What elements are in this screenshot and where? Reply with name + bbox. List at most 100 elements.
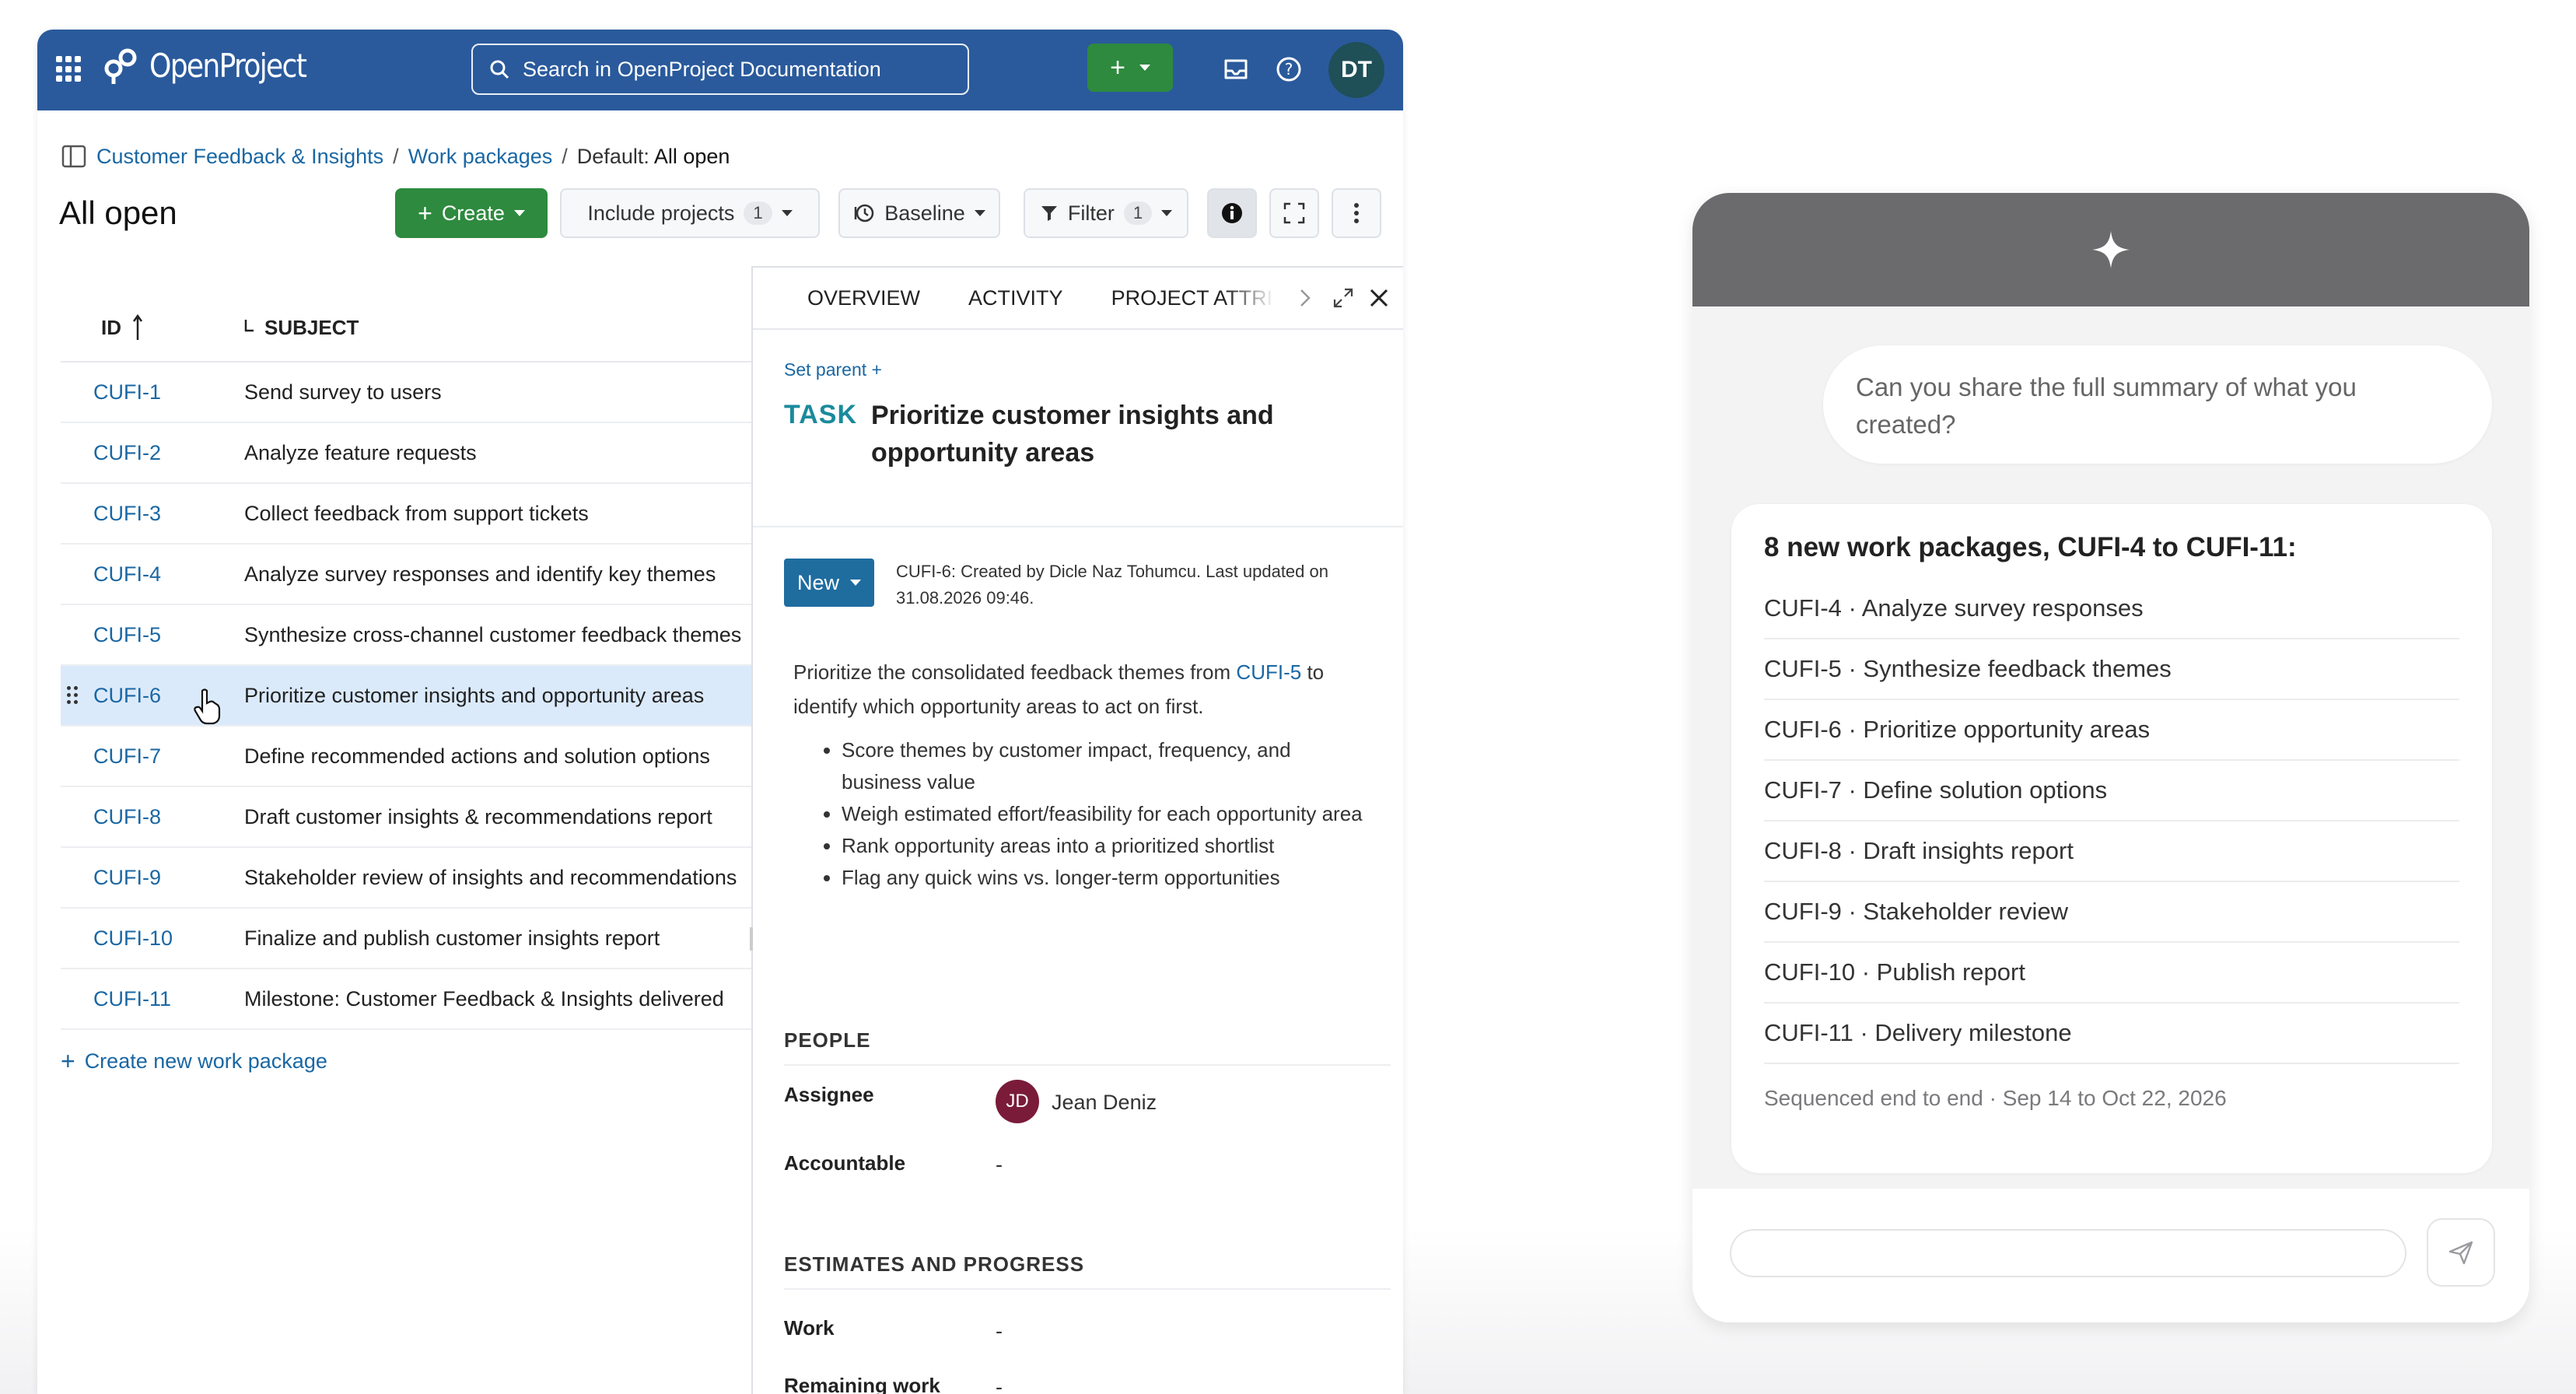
table-row[interactable]: CUFI-10 Finalize and publish customer ins… xyxy=(61,909,789,969)
work-package-subject-cell[interactable]: Send survey to users xyxy=(244,380,442,405)
top-header: OpenProject Search in OpenProject Docume… xyxy=(37,30,1403,110)
work-package-id-link[interactable]: CUFI-11 xyxy=(61,987,244,1011)
plus-icon: + xyxy=(1110,52,1125,82)
global-search[interactable]: Search in OpenProject Documentation xyxy=(471,44,969,95)
filter-count: 1 xyxy=(1123,201,1153,225)
plus-icon: + xyxy=(871,359,882,380)
work-package-subject-cell[interactable]: Milestone: Customer Feedback & Insights … xyxy=(244,987,724,1011)
breadcrumb-section-link[interactable]: Work packages xyxy=(408,145,553,169)
breadcrumb: Customer Feedback & Insights / Work pack… xyxy=(61,143,730,170)
breadcrumb-project-link[interactable]: Customer Feedback & Insights xyxy=(96,145,383,169)
send-button[interactable] xyxy=(2427,1218,2495,1287)
app-grid-icon[interactable] xyxy=(56,56,82,82)
create-button[interactable]: + Create xyxy=(395,188,548,238)
filter-button[interactable]: Filter 1 xyxy=(1024,188,1188,238)
quick-add-button[interactable]: + xyxy=(1087,44,1173,92)
fullscreen-button[interactable] xyxy=(1269,188,1319,238)
work-package-id-link[interactable]: CUFI-3 xyxy=(61,502,244,526)
chat-input[interactable] xyxy=(1730,1229,2406,1277)
table-row[interactable]: CUFI-1 Send survey to users xyxy=(61,363,789,423)
fullscreen-icon xyxy=(1283,202,1305,224)
work-package-subject-cell[interactable]: Finalize and publish customer insights r… xyxy=(244,926,660,951)
column-header-subject[interactable]: SUBJECT xyxy=(232,316,359,340)
table-row[interactable]: CUFI-8 Draft customer insights & recommen… xyxy=(61,787,789,848)
ai-chat-panel: Can you share the full summary of what y… xyxy=(1692,193,2529,1322)
table-row[interactable]: CUFI-6 Prioritize customer insights and o… xyxy=(61,666,789,727)
close-icon[interactable] xyxy=(1367,286,1391,310)
include-projects-count: 1 xyxy=(744,201,772,225)
assignee-label: Assignee xyxy=(784,1083,874,1106)
work-package-id-link[interactable]: CUFI-2 xyxy=(61,441,244,465)
work-package-id-link[interactable]: CUFI-7 xyxy=(61,744,244,769)
table-row[interactable]: CUFI-7 Define recommended actions and sol… xyxy=(61,727,789,787)
tab-project-attributes[interactable]: PROJECT ATTRIBUTES xyxy=(1111,286,1275,310)
work-package-subject-cell[interactable]: Synthesize cross-channel customer feedba… xyxy=(244,623,741,647)
summary-item: CUFI-5 · Synthesize feedback themes xyxy=(1764,639,2459,700)
chevron-right-icon[interactable] xyxy=(1297,286,1313,310)
work-package-id-link[interactable]: CUFI-10 xyxy=(61,926,244,951)
table-row[interactable]: CUFI-2 Analyze feature requests xyxy=(61,423,789,484)
table-row[interactable]: CUFI-9 Stakeholder review of insights and… xyxy=(61,848,789,909)
inbox-icon[interactable] xyxy=(1220,53,1252,86)
work-package-details-pane: OVERVIEW ACTIVITY PROJECT ATTRIBUTES Set… xyxy=(750,266,1403,1394)
kebab-menu-icon xyxy=(1354,203,1359,223)
details-view-button[interactable] xyxy=(1207,188,1257,238)
work-package-id-link[interactable]: CUFI-8 xyxy=(61,805,244,829)
work-package-subject-cell[interactable]: Analyze feature requests xyxy=(244,441,477,465)
sort-ascending-icon xyxy=(132,313,143,340)
set-parent-link[interactable]: Set parent + xyxy=(784,359,882,380)
create-button-label: Create xyxy=(441,201,505,225)
breadcrumb-separator: / xyxy=(562,144,568,168)
column-header-id[interactable]: ID xyxy=(61,313,232,341)
work-package-id-link[interactable]: CUFI-5 xyxy=(61,623,244,647)
breadcrumb-view-name: All open xyxy=(653,144,730,168)
baseline-button[interactable]: Baseline xyxy=(838,188,1000,238)
table-row[interactable]: CUFI-3 Collect feedback from support tick… xyxy=(61,484,789,545)
tab-activity[interactable]: ACTIVITY xyxy=(968,286,1063,310)
create-new-work-package-label: Create new work package xyxy=(84,1049,327,1073)
work-package-subject-cell[interactable]: Stakeholder review of insights and recom… xyxy=(244,866,737,890)
user-avatar[interactable]: DT xyxy=(1328,42,1384,98)
description-link-cufi-5[interactable]: CUFI-5 xyxy=(1236,660,1301,684)
description[interactable]: Prioritize the consolidated feedback the… xyxy=(793,655,1369,894)
search-label: Search in OpenProject Documentation xyxy=(523,57,881,81)
work-package-subject-cell[interactable]: Define recommended actions and solution … xyxy=(244,744,710,769)
help-icon[interactable]: ? xyxy=(1272,53,1305,86)
summary-item: CUFI-4 · Analyze survey responses xyxy=(1764,579,2459,639)
include-projects-button[interactable]: Include projects 1 xyxy=(560,188,820,238)
hand-cursor-icon xyxy=(194,688,221,725)
table-row[interactable]: CUFI-11 Milestone: Customer Feedback & In… xyxy=(61,969,789,1030)
chat-input-bar xyxy=(1692,1189,2529,1322)
expand-icon[interactable] xyxy=(1332,286,1355,310)
work-package-id-link[interactable]: CUFI-9 xyxy=(61,866,244,890)
sidebar-toggle-icon[interactable] xyxy=(61,143,87,170)
assignee-value[interactable]: Jean Deniz xyxy=(1052,1091,1157,1115)
work-package-type[interactable]: TASK xyxy=(784,400,857,430)
create-new-work-package-link[interactable]: + Create new work package xyxy=(61,1047,327,1076)
work-label: Work xyxy=(784,1316,835,1340)
work-package-subject-cell[interactable]: Analyze survey responses and identify ke… xyxy=(244,562,716,587)
pane-resize-handle[interactable] xyxy=(750,927,753,951)
app-logo[interactable]: OpenProject xyxy=(101,45,331,86)
work-package-subject[interactable]: Prioritize customer insights and opportu… xyxy=(871,397,1353,471)
drag-handle-icon[interactable] xyxy=(67,686,78,704)
details-tabs: OVERVIEW ACTIVITY PROJECT ATTRIBUTES xyxy=(753,268,1403,330)
page-title: All open xyxy=(59,194,177,231)
more-actions-button[interactable] xyxy=(1332,188,1381,238)
work-value[interactable]: - xyxy=(996,1319,1003,1343)
work-package-subject-cell[interactable]: Collect feedback from support tickets xyxy=(244,502,589,526)
accountable-value[interactable]: - xyxy=(996,1153,1003,1177)
send-icon xyxy=(2448,1241,2473,1265)
work-package-subject-cell[interactable]: Draft customer insights & recommendation… xyxy=(244,805,712,829)
remaining-work-value[interactable]: - xyxy=(996,1375,1003,1394)
work-package-id-link[interactable]: CUFI-4 xyxy=(61,562,244,587)
table-row[interactable]: CUFI-5 Synthesize cross-channel customer … xyxy=(61,605,789,666)
work-package-subject-cell[interactable]: Prioritize customer insights and opportu… xyxy=(244,684,704,708)
table-row[interactable]: CUFI-4 Analyze survey responses and ident… xyxy=(61,545,789,605)
status-dropdown[interactable]: New xyxy=(784,559,874,607)
tab-overview[interactable]: OVERVIEW xyxy=(807,286,920,310)
divider xyxy=(784,1064,1391,1066)
openproject-window: OpenProject Search in OpenProject Docume… xyxy=(37,30,1403,1394)
work-package-id-link[interactable]: CUFI-1 xyxy=(61,380,244,405)
description-bullet: Score themes by customer impact, frequen… xyxy=(842,734,1369,798)
